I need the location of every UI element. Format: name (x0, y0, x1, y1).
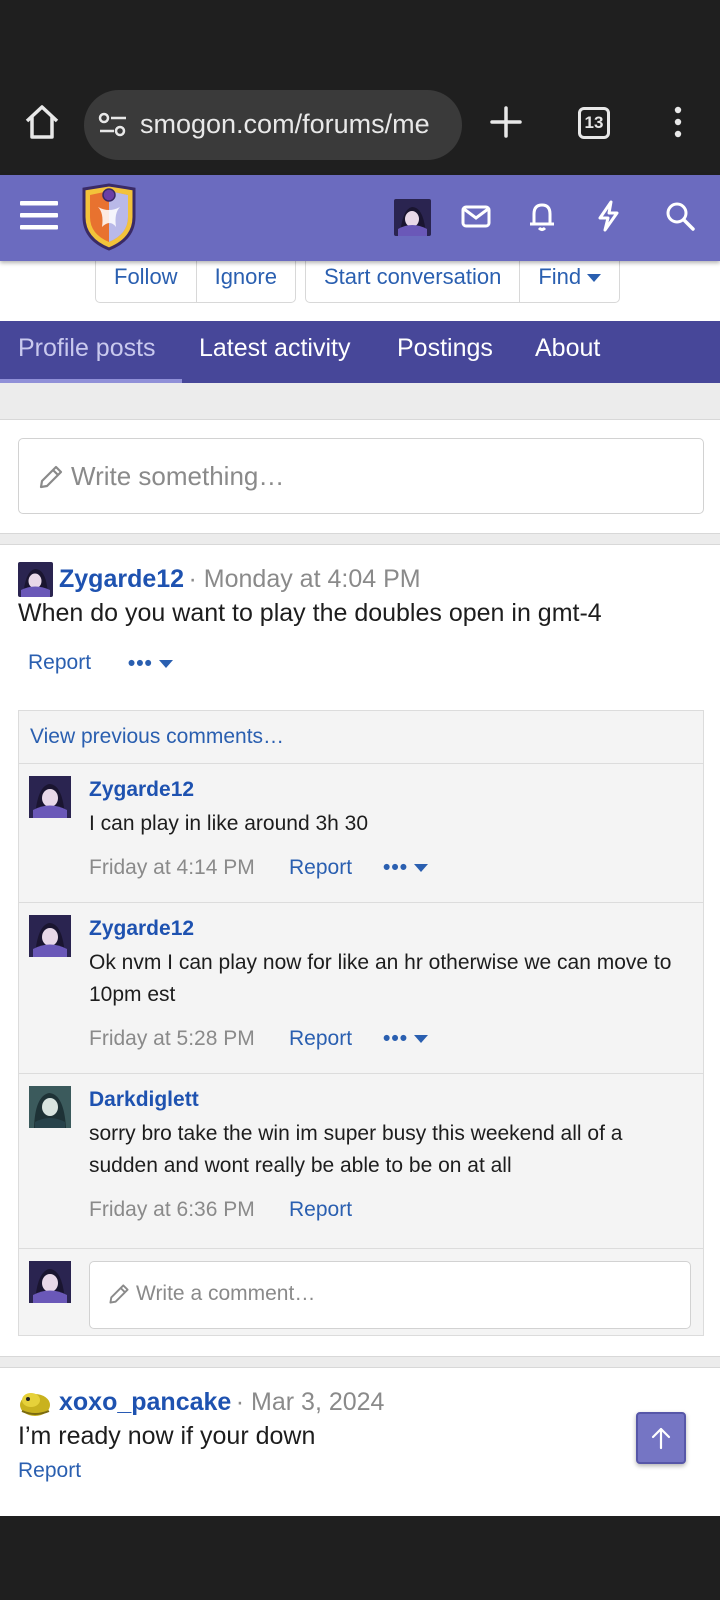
conversation-find-group: Start conversation Find (305, 261, 621, 303)
post-username[interactable]: xoxo_pancake (59, 1388, 231, 1416)
comment-username[interactable]: Zygarde12 (89, 778, 194, 802)
write-comment-placeholder: Write a comment… (136, 1282, 316, 1305)
comment-username[interactable]: Darkdiglett (89, 1088, 199, 1112)
ignore-button[interactable]: Ignore (197, 261, 295, 302)
post-header: xoxo_pancake · Mar 3, 2024 (18, 1385, 384, 1421)
comment-timestamp[interactable]: Friday at 4:14 PM (89, 856, 289, 880)
more-dots: ••• (127, 651, 153, 675)
comment-footer: Friday at 4:14 PM Report ••• (89, 856, 429, 880)
post-username[interactable]: Zygarde12 (59, 565, 184, 593)
post-actions: Report ••• (18, 651, 173, 676)
tab-latest-activity[interactable]: Latest activity (199, 321, 350, 383)
system-navigation-bar (0, 1516, 720, 1600)
avatar[interactable] (29, 1086, 71, 1128)
smogon-logo[interactable] (80, 183, 138, 251)
member-actions: Follow Ignore Start conversation Find (0, 261, 720, 309)
url-text[interactable]: smogon.com/forums/me (140, 109, 430, 140)
caret-down-icon (414, 864, 429, 873)
more-vert-icon[interactable] (664, 104, 692, 140)
post-timestamp[interactable]: · Monday at 4:04 PM (189, 565, 421, 593)
reply-row: Write a comment… (19, 1249, 703, 1335)
report-link[interactable]: Report (289, 1027, 383, 1051)
avatar[interactable] (18, 562, 53, 597)
pencil-icon (39, 465, 63, 489)
report-link[interactable]: Report (28, 651, 122, 675)
comment-text: Ok nvm I can play now for like an hr oth… (89, 951, 672, 1006)
comments-block: View previous comments… Zygarde12 I can … (18, 710, 704, 1336)
pencil-icon (109, 1284, 129, 1304)
more-options-button[interactable]: ••• (383, 856, 429, 880)
divider-strip (0, 383, 720, 420)
more-options-button[interactable]: ••• (128, 651, 173, 675)
comment-item: Zygarde12 Ok nvm I can play now for like… (19, 903, 703, 1074)
comment-footer: Friday at 5:28 PM Report ••• (89, 1027, 429, 1051)
tab-switcher-button[interactable]: 13 (578, 107, 610, 139)
search-icon[interactable] (662, 198, 698, 234)
report-link[interactable]: Report (289, 856, 383, 880)
scroll-to-top-button[interactable] (636, 1412, 686, 1464)
comment-footer: Friday at 6:36 PM Report (89, 1198, 383, 1222)
view-previous-comments-link[interactable]: View previous comments… (19, 711, 703, 764)
avatar[interactable] (29, 915, 71, 957)
caret-down-icon (414, 1035, 429, 1044)
post-actions: Report (18, 1459, 81, 1483)
avatar (29, 1261, 71, 1303)
section-separator (0, 533, 720, 545)
inbox-icon[interactable] (458, 198, 494, 234)
report-link[interactable]: Report (18, 1459, 81, 1483)
start-conversation-button[interactable]: Start conversation (306, 261, 521, 302)
post-body: I’m ready now if your down (18, 1422, 316, 1450)
caret-down-icon (587, 274, 602, 283)
new-tab-icon[interactable] (488, 104, 524, 140)
forum-header (0, 175, 720, 261)
more-dots: ••• (383, 856, 409, 879)
status-bar (0, 0, 720, 80)
home-icon[interactable] (22, 102, 62, 142)
comment-item: Zygarde12 I can play in like around 3h 3… (19, 764, 703, 903)
site-settings-icon[interactable] (98, 112, 128, 138)
post-timestamp[interactable]: · Mar 3, 2024 (236, 1388, 385, 1416)
find-label: Find (538, 264, 582, 289)
post-header: Zygarde12 · Monday at 4:04 PM (18, 562, 421, 598)
tab-about[interactable]: About (535, 321, 600, 383)
write-something-input[interactable]: Write something… (18, 438, 704, 514)
comment-timestamp[interactable]: Friday at 5:28 PM (89, 1027, 289, 1051)
write-comment-input[interactable]: Write a comment… (89, 1261, 691, 1329)
tab-profile-posts[interactable]: Profile posts (0, 321, 182, 383)
hamburger-menu-icon[interactable] (20, 199, 58, 231)
bell-icon[interactable] (524, 198, 560, 234)
avatar[interactable] (29, 776, 71, 818)
browser-toolbar: smogon.com/forums/me 13 (0, 80, 720, 175)
write-something-placeholder: Write something… (71, 461, 285, 491)
follow-button[interactable]: Follow (96, 261, 197, 302)
address-bar[interactable]: smogon.com/forums/me (84, 90, 462, 160)
find-button[interactable]: Find (520, 261, 619, 302)
post-body: When do you want to play the doubles ope… (18, 599, 602, 627)
comment-timestamp[interactable]: Friday at 6:36 PM (89, 1198, 289, 1222)
tab-postings[interactable]: Postings (397, 321, 493, 383)
arrow-up-icon (651, 1427, 671, 1450)
bolt-icon[interactable] (590, 198, 626, 234)
avatar[interactable] (18, 1385, 53, 1420)
profile-tabs: Profile posts Latest activity Postings A… (0, 321, 720, 383)
comment-item: Darkdiglett sorry bro take the win im su… (19, 1074, 703, 1249)
comment-text: I can play in like around 3h 30 (89, 812, 369, 835)
profile-page: Follow Ignore Start conversation Find Pr… (0, 261, 720, 1516)
comment-username[interactable]: Zygarde12 (89, 917, 194, 941)
more-options-button[interactable]: ••• (383, 1027, 429, 1051)
caret-down-icon (158, 659, 173, 668)
account-avatar[interactable] (394, 199, 431, 236)
tab-count: 13 (584, 113, 604, 132)
more-dots: ••• (383, 1027, 409, 1050)
section-separator (0, 1356, 720, 1368)
follow-ignore-group: Follow Ignore (95, 261, 296, 303)
comment-text: sorry bro take the win im super busy thi… (89, 1122, 623, 1177)
report-link[interactable]: Report (289, 1198, 383, 1222)
